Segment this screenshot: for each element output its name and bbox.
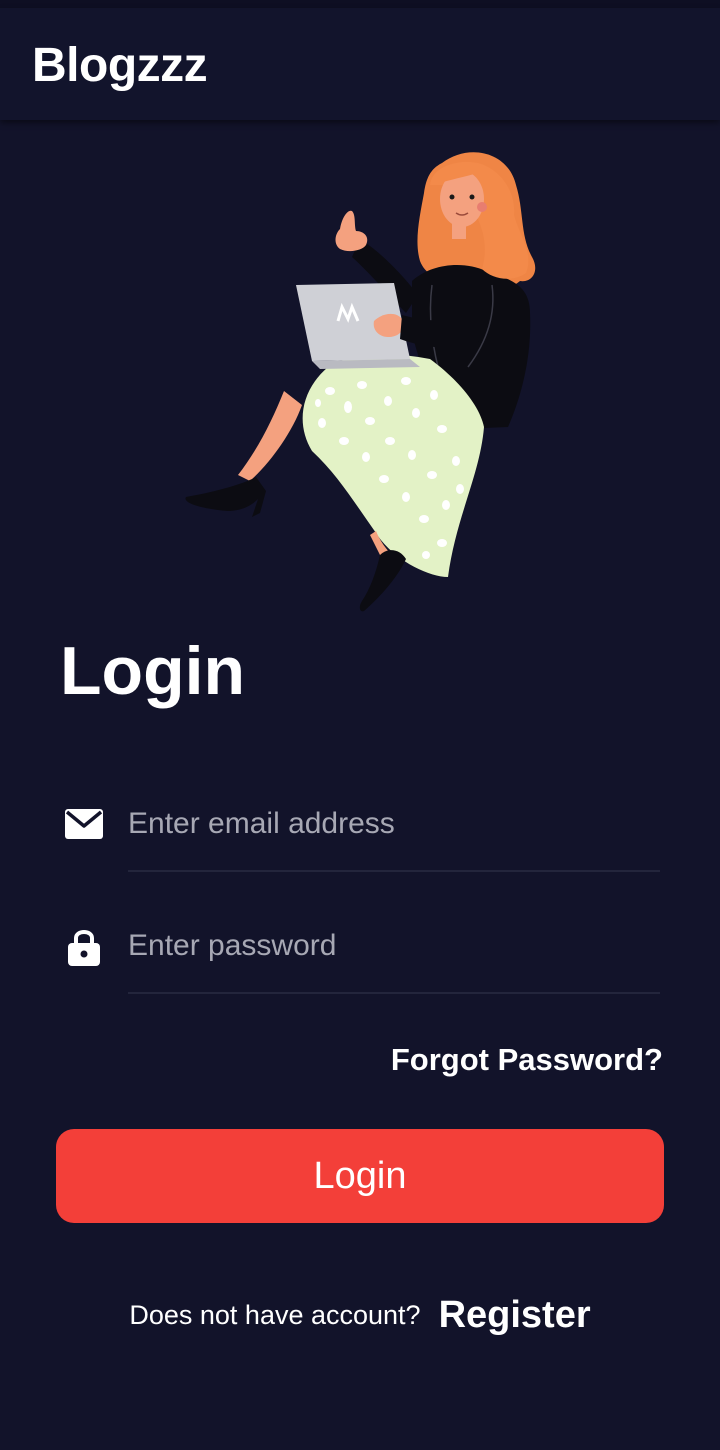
password-input[interactable] bbox=[128, 920, 660, 972]
register-prompt-text: Does not have account? bbox=[129, 1299, 421, 1330]
email-field[interactable] bbox=[60, 790, 660, 872]
register-prompt: Does not have account? Register bbox=[0, 1290, 720, 1340]
password-field[interactable] bbox=[60, 912, 660, 994]
app-bar: Blogzzz bbox=[0, 8, 720, 120]
forgot-password-link[interactable]: Forgot Password? bbox=[391, 1042, 663, 1078]
woman-with-laptop-illustration bbox=[180, 145, 540, 620]
email-icon bbox=[64, 804, 104, 844]
email-underline bbox=[128, 870, 660, 872]
email-input[interactable] bbox=[128, 798, 660, 850]
register-link[interactable]: Register bbox=[439, 1294, 591, 1337]
app-title: Blogzzz bbox=[32, 39, 208, 92]
lock-icon bbox=[64, 926, 104, 966]
login-button[interactable]: Login bbox=[56, 1129, 664, 1223]
password-underline bbox=[128, 992, 660, 994]
status-bar bbox=[0, 0, 720, 8]
page-title: Login bbox=[60, 633, 246, 709]
